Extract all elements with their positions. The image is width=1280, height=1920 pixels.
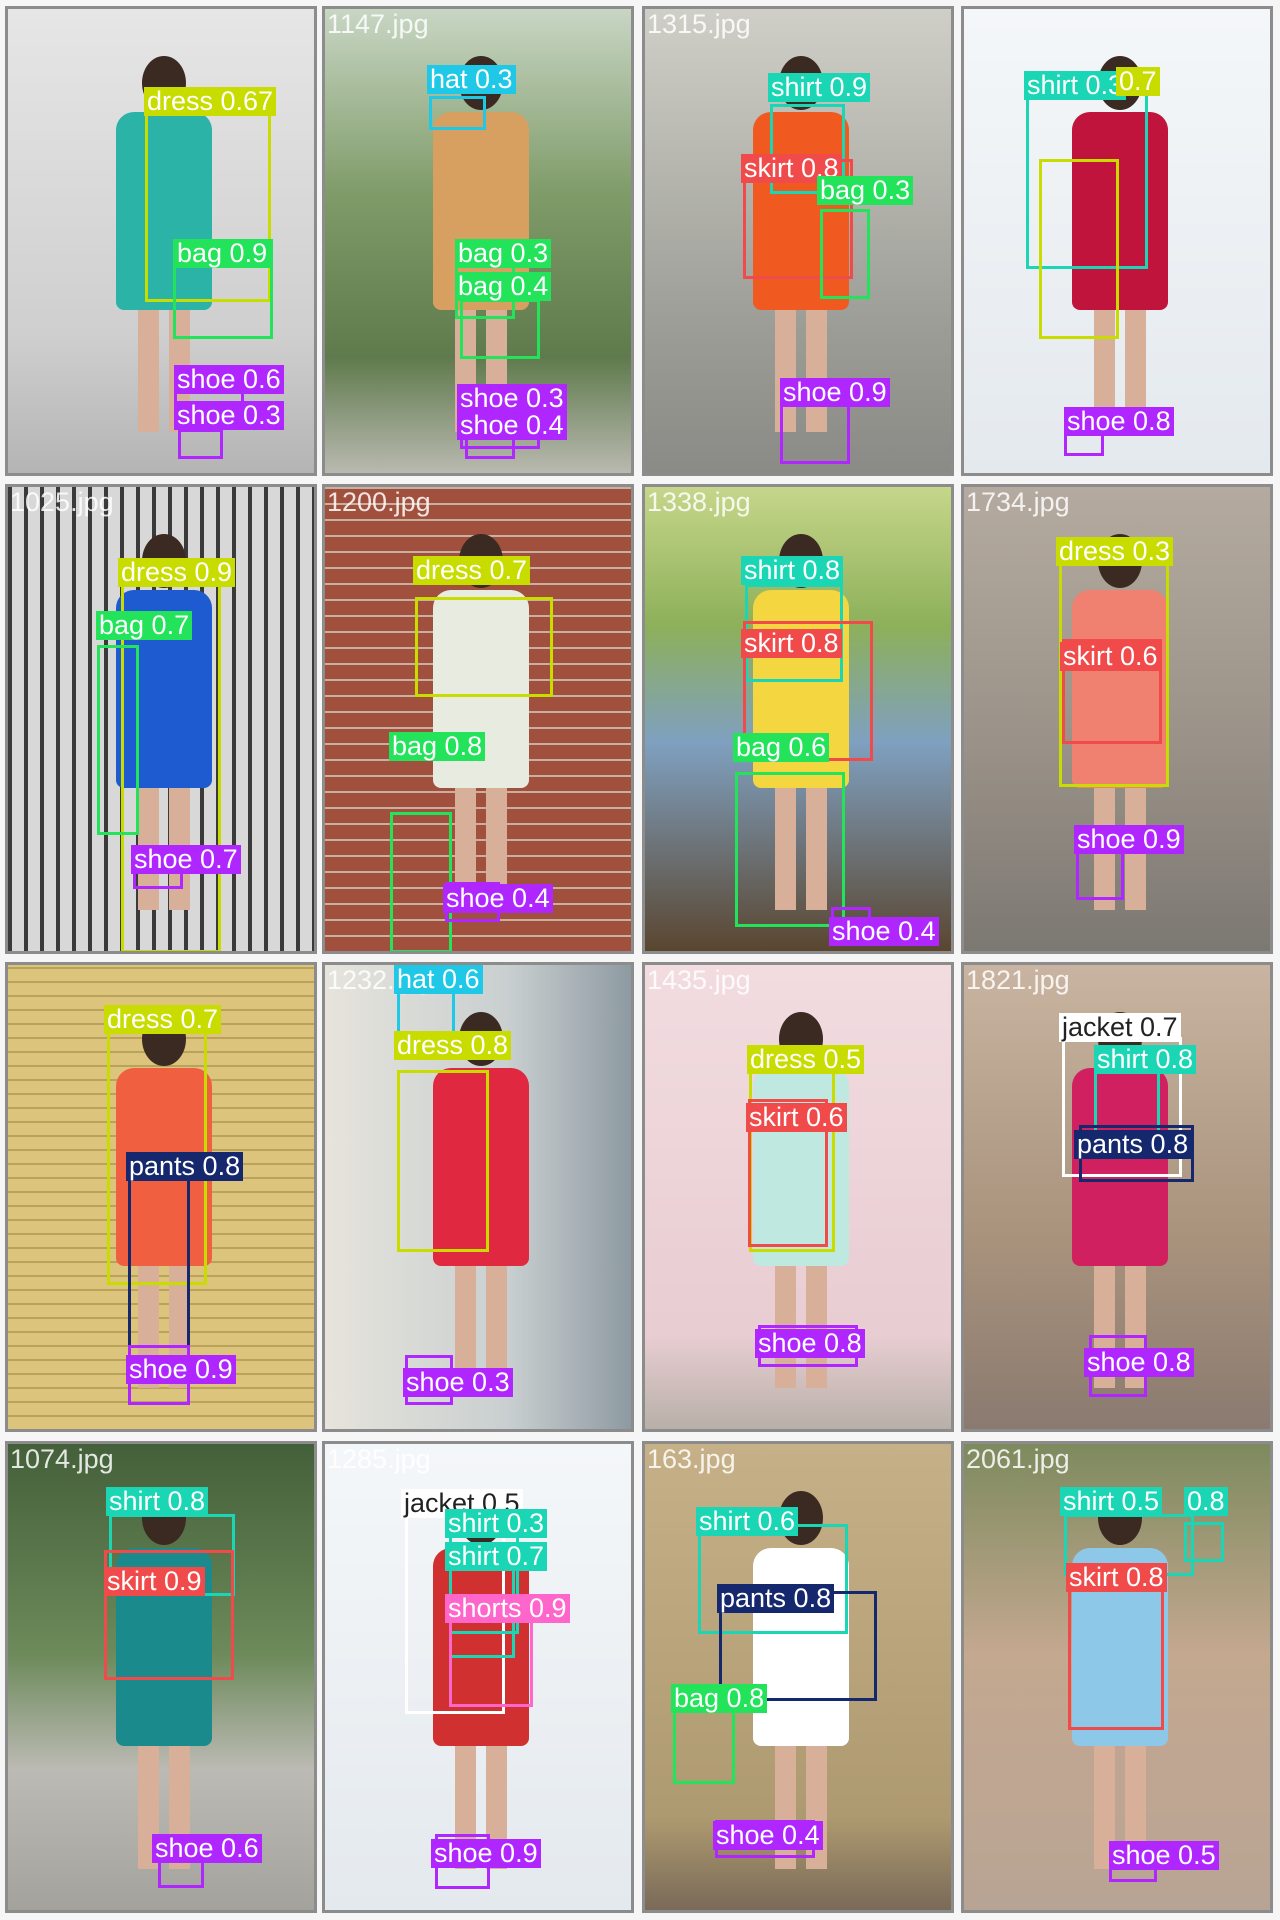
image-filename: 1734.jpg: [966, 487, 1070, 517]
detection-label-dress: dress 0.3: [1056, 537, 1174, 566]
detection-label-shoe: shoe 0.4: [457, 411, 567, 440]
detection-label-hat: hat 0.6: [394, 965, 483, 994]
detection-label-shoe: shoe 0.3: [403, 1368, 513, 1397]
result-tile: 1734.jpg dress 0.3 skirt 0.6 shoe 0.9: [961, 484, 1273, 954]
result-tile: 1025.jpg dress 0.9 bag 0.7 shoe 0.7: [5, 484, 317, 954]
detection-label-bag: bag 0.8: [389, 732, 486, 761]
detection-box-dress: [1039, 159, 1119, 339]
result-tile: 1338.jpg shirt 0.8 skirt 0.8 bag 0.6 shoe 0.…: [642, 484, 954, 954]
detection-label-shirt: shirt 0.8: [1094, 1045, 1197, 1074]
result-tile: 1285.jpg jacket 0.5 shirt 0.3 shirt 0.7 shor…: [322, 1441, 634, 1913]
detection-label-dress: 0.7: [1116, 67, 1160, 96]
detection-box-hat: [429, 96, 486, 130]
detection-label-shoe: shoe 0.3: [457, 384, 567, 413]
image-filename: 1074.jpg: [10, 1444, 114, 1474]
detection-label-shoe: shoe 0.8: [755, 1329, 865, 1358]
detection-box-shoe: [178, 429, 223, 459]
image-filename: 1025.jpg: [10, 487, 114, 517]
detection-label-bag: bag 0.6: [733, 733, 830, 762]
image-filename: 1338.jpg: [647, 487, 751, 517]
image-filename: 1285.jpg: [327, 1444, 431, 1474]
detection-label-shirt: shirt 0.3: [445, 1509, 548, 1538]
detection-label-dress: dress 0.7: [104, 1005, 222, 1034]
detection-label-shirt: shirt 0.8: [741, 556, 844, 585]
detection-label-shoe: shoe 0.5: [1109, 1841, 1219, 1870]
detection-box-pants: [128, 1160, 190, 1370]
result-tile: dress 0.7 pants 0.8 shoe 0.9: [5, 962, 317, 1432]
detection-label-jacket: jacket 0.7: [1059, 1013, 1181, 1042]
detection-box-bag: [460, 299, 540, 359]
image-filename: 1147.jpg: [327, 9, 429, 39]
detection-label-dress: dress 0.7: [413, 556, 531, 585]
detection-results-grid: dress 0.67 bag 0.9 shoe 0.6 shoe 0.3 1147.jp…: [0, 0, 1280, 1920]
detection-box-shirt: [1184, 1522, 1224, 1562]
detection-label-dress: dress 0.67: [144, 87, 277, 116]
detection-label-shirt: shirt 0.9: [768, 73, 871, 102]
detection-label-shirt: shirt 0.7: [445, 1542, 548, 1571]
detection-label-shoe: shoe 0.7: [131, 845, 241, 874]
detection-label-shoe: shoe 0.9: [126, 1355, 236, 1384]
detection-label-pants: pants 0.8: [126, 1152, 244, 1181]
detection-label-skirt: skirt 0.6: [1060, 642, 1161, 671]
detection-label-shoe: shoe 0.4: [713, 1821, 823, 1850]
detection-label-dress: dress 0.8: [394, 1031, 512, 1060]
detection-label-shoe: shoe 0.9: [780, 378, 890, 407]
result-tile: shirt 0.3 0.7 shoe 0.8: [961, 6, 1273, 476]
detection-label-shoe: shoe 0.8: [1084, 1348, 1194, 1377]
detection-label-shirt: shirt 0.6: [696, 1507, 799, 1536]
detection-label-bag: bag 0.9: [174, 239, 271, 268]
detection-label-shirt: shirt 0.3: [1024, 71, 1127, 100]
result-tile: 1074.jpg shirt 0.8 skirt 0.9 shoe 0.6: [5, 1441, 317, 1913]
detection-box-bag: [97, 645, 139, 835]
detection-label-skirt: skirt 0.8: [741, 629, 842, 658]
detection-label-shorts: shorts 0.9: [445, 1594, 570, 1623]
detection-label-pants: pants 0.8: [717, 1584, 835, 1613]
image-filename: 2061.jpg: [966, 1444, 1070, 1474]
detection-label-shoe: shoe 0.9: [431, 1839, 541, 1868]
result-tile: 1821.jpg jacket 0.7 shirt 0.8 pants 0.8 shoe…: [961, 962, 1273, 1432]
detection-label-bag: bag 0.3: [817, 176, 914, 205]
detection-box-dress: [397, 1070, 489, 1252]
detection-box-shorts: [449, 1619, 533, 1707]
image-filename: 1200.jpg: [327, 487, 431, 517]
detection-label-dress: dress 0.9: [118, 558, 236, 587]
result-tile: 1147.jpg hat 0.3 bag 0.3 bag 0.4 shoe 0.3 sho…: [322, 6, 634, 476]
result-tile: 1200.jpg dress 0.7 bag 0.8 shoe 0.4: [322, 484, 634, 954]
detection-label-shirt: shirt 0.5: [1060, 1487, 1163, 1516]
image-filename: 163.jpg: [647, 1444, 736, 1474]
detection-label-shoe: shoe 0.6: [174, 365, 284, 394]
detection-label-dress: dress 0.5: [747, 1045, 865, 1074]
detection-label-bag: bag 0.4: [455, 272, 552, 301]
detection-label-shoe: shoe 0.4: [443, 884, 553, 913]
detection-label-bag: bag 0.7: [96, 611, 193, 640]
detection-label-shoe: shoe 0.9: [1074, 825, 1184, 854]
detection-label-skirt: skirt 0.9: [104, 1567, 205, 1596]
detection-box-bag: [390, 812, 452, 951]
detection-box-bag: [820, 209, 870, 299]
detection-label-shirt: 0.8: [1184, 1487, 1228, 1516]
detection-label-skirt: skirt 0.6: [746, 1103, 847, 1132]
image-filename: 1435.jpg: [647, 965, 751, 995]
result-tile: 1315.jpg shirt 0.9 skirt 0.8 bag 0.3 shoe 0.…: [642, 6, 954, 476]
image-filename: 1821.jpg: [966, 965, 1070, 995]
result-tile: 163.jpg shirt 0.6 pants 0.8 bag 0.8 shoe 0.4: [642, 1441, 954, 1913]
detection-label-bag: bag 0.8: [671, 1684, 768, 1713]
detection-label-shoe: shoe 0.6: [152, 1834, 262, 1863]
result-tile: dress 0.67 bag 0.9 shoe 0.6 shoe 0.3: [5, 6, 317, 476]
detection-box-dress: [415, 597, 553, 697]
result-tile: 1232.jpg hat 0.6 dress 0.8 shoe 0.3: [322, 962, 634, 1432]
detection-label-pants: pants 0.8: [1074, 1130, 1192, 1159]
detection-box-bag: [735, 772, 845, 927]
result-tile: 1435.jpg dress 0.5 skirt 0.6 shoe 0.8: [642, 962, 954, 1432]
detection-label-bag: bag 0.3: [455, 239, 552, 268]
detection-label-skirt: skirt 0.8: [1066, 1563, 1167, 1592]
detection-label-shoe: shoe 0.4: [829, 917, 939, 946]
detection-label-shoe: shoe 0.8: [1064, 407, 1174, 436]
detection-label-shoe: shoe 0.3: [174, 401, 284, 430]
detection-label-hat: hat 0.3: [427, 65, 516, 94]
detection-label-shirt: shirt 0.8: [106, 1487, 209, 1516]
image-filename: 1315.jpg: [647, 9, 751, 39]
result-tile: 2061.jpg shirt 0.5 0.8 skirt 0.8 shoe 0.5: [961, 1441, 1273, 1913]
